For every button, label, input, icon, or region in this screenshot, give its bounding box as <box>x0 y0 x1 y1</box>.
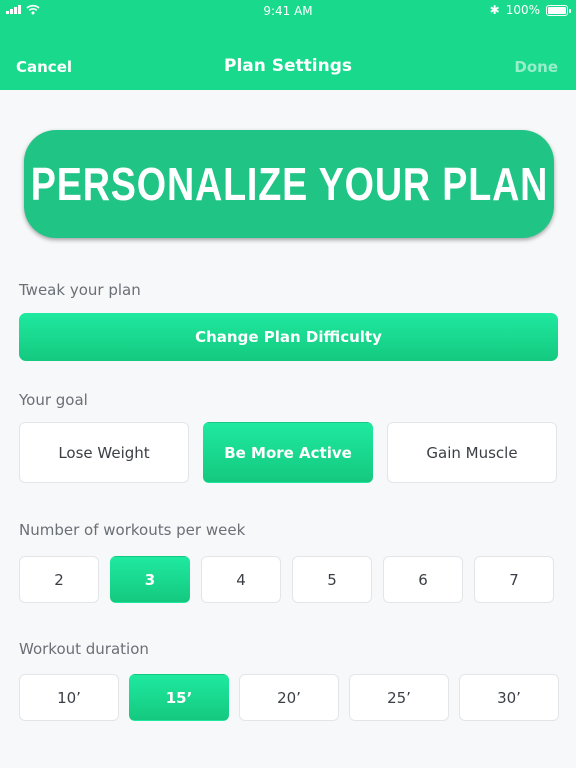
tweak-label: Tweak your plan <box>19 281 141 299</box>
duration-option[interactable]: 25’ <box>349 674 449 721</box>
duration-label: Workout duration <box>19 640 149 658</box>
workouts-options: 234567 <box>19 556 554 603</box>
nav-header: 9:41 AM ✱ 100% Cancel Plan Settings Done <box>0 0 576 90</box>
hero-title: PERSONALIZE YOUR PLAN <box>30 158 548 210</box>
workouts-option[interactable]: 2 <box>19 556 99 603</box>
workouts-option[interactable]: 6 <box>383 556 463 603</box>
status-bar: 9:41 AM ✱ 100% <box>0 0 576 22</box>
hero-banner: PERSONALIZE YOUR PLAN <box>24 130 554 238</box>
workouts-label: Number of workouts per week <box>19 521 246 539</box>
goal-option[interactable]: Gain Muscle <box>387 422 557 483</box>
duration-options: 10’ 15’ 20’ 25’ 30’ <box>19 674 559 721</box>
battery-percent: 100% <box>505 3 540 17</box>
done-button[interactable]: Done <box>514 58 558 76</box>
workouts-option[interactable]: 7 <box>474 556 554 603</box>
goal-option[interactable]: Lose Weight <box>19 422 189 483</box>
duration-option[interactable]: 20’ <box>239 674 339 721</box>
bluetooth-icon: ✱ <box>489 3 500 17</box>
duration-option[interactable]: 10’ <box>19 674 119 721</box>
workouts-option[interactable]: 3 <box>110 556 190 603</box>
page-title: Plan Settings <box>223 56 353 76</box>
status-right: ✱ 100% <box>489 3 571 17</box>
change-difficulty-button[interactable]: Change Plan Difficulty <box>19 313 558 361</box>
duration-option[interactable]: 15’ <box>129 674 229 721</box>
battery-level <box>548 6 566 14</box>
goal-options: Lose Weight Be More Active Gain Muscle <box>19 422 557 483</box>
workouts-option[interactable]: 4 <box>201 556 281 603</box>
workouts-option[interactable]: 5 <box>292 556 372 603</box>
battery-icon <box>546 4 571 16</box>
goal-label: Your goal <box>19 391 88 409</box>
duration-option[interactable]: 30’ <box>459 674 559 721</box>
goal-option[interactable]: Be More Active <box>203 422 373 483</box>
